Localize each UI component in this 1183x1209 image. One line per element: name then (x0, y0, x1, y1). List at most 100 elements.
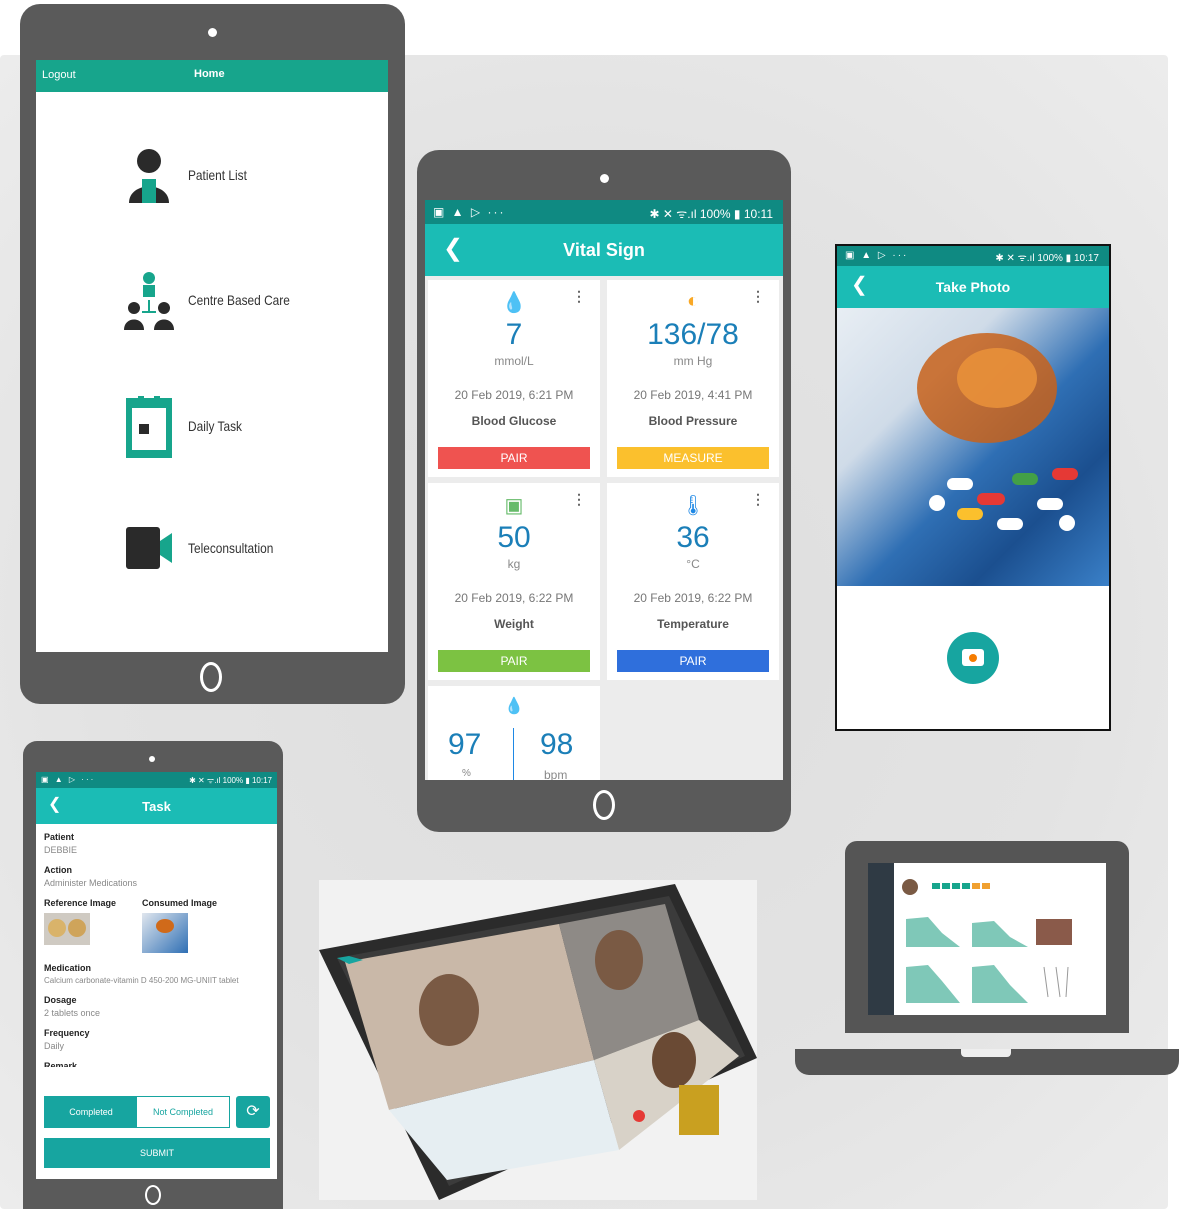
action-value: Administer Medications (44, 878, 138, 888)
vital-date: 20 Feb 2019, 6:22 PM (454, 591, 574, 605)
pair-button[interactable]: PAIR (438, 650, 590, 672)
status-icons-right: ✱ ✕ ᯤ.ıl 100% ▮ 10:11 (649, 207, 773, 221)
vital-card-spo2[interactable]: 💧 97 % 98 bpm (428, 686, 600, 780)
reference-image (44, 913, 90, 945)
camera-dot (600, 174, 609, 183)
menu-item-label: Teleconsultation (188, 540, 274, 556)
camera-button[interactable] (947, 632, 999, 684)
camera-dot (208, 28, 217, 37)
medication-label: Medication (44, 963, 92, 973)
vital-name: Weight (494, 617, 534, 631)
vital-value: 136/78 (647, 318, 739, 351)
home-button[interactable] (200, 662, 222, 692)
menu-item-teleconsultation[interactable]: Teleconsultation (124, 525, 288, 571)
spo2-value: 97 (448, 728, 482, 761)
page-title: Vital Sign (563, 240, 645, 260)
teleconsultation-photo (319, 880, 757, 1200)
app-bar: ❮ Take Photo (837, 266, 1109, 308)
vital-name: Blood Glucose (471, 414, 557, 428)
camera-icon (962, 649, 984, 666)
menu-item-daily-task[interactable]: Daily Task (124, 396, 252, 458)
patient-value: DEBBIE (44, 845, 78, 855)
laptop-screen (868, 863, 1106, 1015)
frequency-value: Daily (44, 1041, 65, 1051)
vital-card-blood-glucose[interactable]: ⋮ 💧 7 mmol/L 20 Feb 2019, 6:21 PM Blood … (428, 280, 600, 477)
page-title: Task (142, 799, 171, 814)
tablet-task: ▣ ▲ ▷ ··· ✱ ✕ ᯤ.ıl 100% ▮ 10:17 ❮ Task P… (23, 741, 283, 1209)
logout-button[interactable]: Logout (42, 69, 76, 81)
centre-care-icon (124, 270, 174, 330)
measure-button[interactable]: MEASURE (617, 447, 769, 469)
task-screen: ▣ ▲ ▷ ··· ✱ ✕ ᯤ.ıl 100% ▮ 10:17 ❮ Task P… (36, 772, 277, 1179)
medication-value: Calcium carbonate-vitamin D 450-200 MG-U… (44, 976, 239, 985)
task-body: Patient DEBBIE Action Administer Medicat… (36, 824, 277, 1073)
camera-rotate-icon: ⟳ (246, 1103, 260, 1120)
video-camera-icon (124, 525, 174, 571)
vital-unit: kg (507, 557, 521, 571)
vital-name: Blood Pressure (648, 414, 738, 428)
vital-date: 20 Feb 2019, 4:41 PM (633, 388, 753, 402)
page-title: Take Photo (935, 279, 1011, 295)
status-bar: ▣ ▲ ▷ ··· ✱ ✕ ᯤ.ıl 100% ▮ 10:17 (36, 772, 277, 788)
tablet-vital-sign: ▣ ▲ ▷ ··· ✱ ✕ ᯤ.ıl 100% ▮ 10:11 ❮ Vital … (417, 150, 791, 832)
dosage-value: 2 tablets once (44, 1008, 101, 1018)
menu-item-label: Centre Based Care (188, 292, 290, 308)
divider (513, 728, 514, 780)
app-bar: ❮ Vital Sign (425, 224, 783, 276)
more-options-icon[interactable]: ⋮ (751, 491, 765, 508)
page-title: Home (194, 68, 225, 80)
laptop-dashboard (795, 841, 1179, 1075)
completion-toggle: Completed Not Completed (44, 1096, 230, 1128)
vital-unit: mmol/L (494, 354, 534, 368)
status-icons-right: ✱ ✕ ᯤ.ıl 100% ▮ 10:17 (189, 776, 272, 785)
camera-dot (149, 756, 155, 762)
patient-label: Patient (44, 832, 75, 842)
vital-date: 20 Feb 2019, 6:22 PM (633, 591, 753, 605)
remark-label: Remark (44, 1061, 78, 1067)
completed-option[interactable]: Completed (45, 1097, 137, 1127)
status-icons-left: ▣ ▲ ▷ ··· (845, 250, 909, 261)
menu-item-patient-list[interactable]: Patient List (124, 145, 257, 205)
pulse-unit: bpm (544, 768, 568, 780)
menu-item-label: Daily Task (188, 418, 243, 434)
dosage-label: Dosage (44, 995, 77, 1005)
pulse-value: 98 (540, 728, 574, 761)
vital-card-blood-pressure[interactable]: ⋮ ◐ 136/78 mm Hg 20 Feb 2019, 4:41 PM Bl… (607, 280, 779, 477)
status-icons-right: ✱ ✕ ᯤ.ıl 100% ▮ 10:17 (995, 253, 1099, 264)
more-options-icon[interactable]: ⋮ (572, 288, 586, 305)
home-header: Logout Home (36, 60, 388, 92)
vital-unit: °C (686, 557, 700, 571)
oxygen-drop-icon: 💧 (504, 698, 524, 715)
vital-card-weight[interactable]: ⋮ ▣ 50 kg 20 Feb 2019, 6:22 PM Weight PA… (428, 483, 600, 680)
app-bar: ❮ Task (36, 788, 277, 824)
tablet-home: Logout Home Patient List Centre Based Ca… (20, 4, 405, 704)
status-icons-left: ▣ ▲ ▷ ··· (41, 775, 96, 784)
more-options-icon[interactable]: ⋮ (572, 491, 586, 508)
spo2-unit: % (462, 768, 471, 779)
laptop-base (795, 1049, 1179, 1075)
phone-take-photo: ▣ ▲ ▷ ··· ✱ ✕ ᯤ.ıl 100% ▮ 10:17 ❮ Take P… (835, 244, 1111, 731)
pair-button[interactable]: PAIR (617, 650, 769, 672)
menu-item-label: Patient List (188, 167, 247, 183)
vital-screen: ▣ ▲ ▷ ··· ✱ ✕ ᯤ.ıl 100% ▮ 10:11 ❮ Vital … (425, 200, 783, 780)
patient-list-icon (124, 145, 174, 205)
not-completed-option[interactable]: Not Completed (137, 1097, 229, 1127)
camera-button[interactable]: ⟳ (236, 1096, 270, 1128)
home-button[interactable] (145, 1185, 161, 1205)
menu-item-centre-based-care[interactable]: Centre Based Care (124, 270, 308, 330)
pair-button[interactable]: PAIR (438, 447, 590, 469)
status-bar: ▣ ▲ ▷ ··· ✱ ✕ ᯤ.ıl 100% ▮ 10:17 (837, 246, 1109, 266)
vital-unit: mm Hg (673, 354, 713, 368)
vital-card-temperature[interactable]: ⋮ 🌡 36 °C 20 Feb 2019, 6:22 PM Temperatu… (607, 483, 779, 680)
home-button[interactable] (593, 790, 615, 820)
vital-name: Temperature (657, 617, 729, 631)
vital-value: 7 (505, 318, 523, 351)
more-options-icon[interactable]: ⋮ (751, 288, 765, 305)
consumed-image-label: Consumed Image (142, 898, 218, 908)
daily-task-icon (124, 396, 174, 458)
reference-image-label: Reference Image (44, 898, 117, 908)
submit-button[interactable]: SUBMIT (44, 1138, 270, 1168)
home-screen: Logout Home Patient List Centre Based Ca… (36, 60, 388, 652)
vital-value: 36 (676, 521, 710, 554)
action-label: Action (44, 865, 72, 875)
